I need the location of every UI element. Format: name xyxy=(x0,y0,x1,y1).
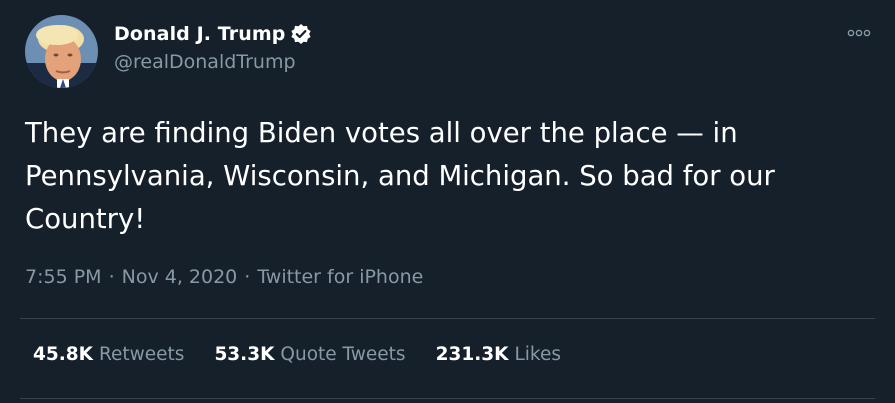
verified-badge-icon xyxy=(290,23,312,45)
tweet-source[interactable]: Twitter for iPhone xyxy=(257,266,423,288)
meta-separator: · xyxy=(108,266,115,288)
tweet-text: They are finding Biden votes all over th… xyxy=(25,117,775,235)
likes-label: Likes xyxy=(514,344,561,365)
tweet-card: Donald J. Trump @realDonaldTrump They ar… xyxy=(0,0,895,403)
retweets-stat[interactable]: 45.8K Retweets xyxy=(33,344,184,365)
tweet-stats: 45.8K Retweets 53.3K Quote Tweets 231.3K… xyxy=(33,344,591,365)
divider xyxy=(20,398,875,399)
retweets-count: 45.8K xyxy=(33,344,93,365)
quote-tweets-count: 53.3K xyxy=(214,344,275,365)
tweet-date[interactable]: Nov 4, 2020 xyxy=(122,266,238,288)
likes-stat[interactable]: 231.3K Likes xyxy=(436,344,561,365)
meta-separator: · xyxy=(244,266,251,288)
likes-count: 231.3K xyxy=(435,344,509,365)
retweets-label: Retweets xyxy=(98,344,185,365)
tweet-meta: 7:55 PM · Nov 4, 2020 · Twitter for iPho… xyxy=(25,266,423,288)
divider xyxy=(20,318,875,319)
quote-tweets-stat[interactable]: 53.3K Quote Tweets xyxy=(214,344,405,365)
more-options-icon[interactable] xyxy=(845,24,873,42)
tweet-time[interactable]: 7:55 PM xyxy=(25,266,102,288)
avatar[interactable] xyxy=(25,15,98,88)
quote-tweets-label: Quote Tweets xyxy=(280,344,406,365)
author-name-row[interactable]: Donald J. Trump xyxy=(114,20,312,48)
profile-photo-icon xyxy=(25,15,98,88)
display-name[interactable]: Donald J. Trump xyxy=(114,23,285,45)
author-handle[interactable]: @realDonaldTrump xyxy=(114,51,296,73)
